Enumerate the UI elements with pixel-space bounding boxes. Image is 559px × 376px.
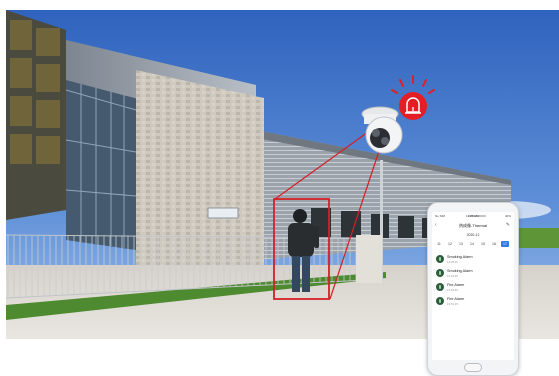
calendar-month: 2020-12 — [466, 233, 480, 237]
status-time: 11:25 AM — [466, 214, 479, 218]
alarm-time: 14:28:45 — [447, 260, 458, 264]
alarm-time: 13:51:45 — [447, 302, 458, 306]
alarm-item[interactable]: Smoking Alarm 14:28:45 — [436, 254, 512, 266]
alarm-item[interactable]: Smoking Alarm 14:23:45 — [436, 268, 512, 280]
home-button[interactable] — [464, 363, 482, 372]
alarm-thumbnail-icon — [436, 297, 444, 305]
date-12[interactable]: 12 — [446, 241, 454, 247]
date-strip: 11 12 13 14 15 16 17 — [435, 241, 512, 247]
alarm-thumbnail-icon — [436, 269, 444, 277]
phone-screen: No SIM 11:25 AM 40% ‹ 热成像-Thermal ✎ 2020… — [432, 212, 514, 360]
alarm-name: Fire Alarm — [447, 283, 465, 287]
alarm-name: Smoking Alarm — [447, 255, 473, 259]
date-15[interactable]: 15 — [479, 241, 487, 247]
edit-icon[interactable]: ✎ — [506, 222, 510, 228]
app-title: 热成像-Thermal — [458, 223, 487, 228]
alarm-name: Fire Alarm — [447, 297, 465, 301]
date-17[interactable]: 17 — [501, 241, 509, 247]
alarm-time: 14:23:45 — [447, 274, 458, 278]
alarm-thumbnail-icon — [436, 283, 444, 291]
alarm-thumbnail-icon — [436, 255, 444, 263]
scene: No SIM 11:25 AM 40% ‹ 热成像-Thermal ✎ 2020… — [0, 0, 559, 376]
alarm-name: Smoking Alarm — [447, 269, 473, 273]
alarm-item[interactable]: Fire Alarm 13:54:45 — [436, 282, 512, 294]
status-battery: 40% — [504, 214, 511, 218]
smartphone: No SIM 11:25 AM 40% ‹ 热成像-Thermal ✎ 2020… — [427, 202, 519, 376]
alarm-item[interactable]: Fire Alarm 13:51:45 — [436, 296, 512, 308]
date-11[interactable]: 11 — [435, 241, 443, 247]
date-13[interactable]: 13 — [457, 241, 465, 247]
status-carrier: No SIM — [435, 214, 446, 218]
date-16[interactable]: 16 — [490, 241, 498, 247]
alarm-time: 13:54:45 — [447, 288, 458, 292]
app-nav-bar: ‹ 热成像-Thermal ✎ — [432, 222, 514, 230]
date-14[interactable]: 14 — [468, 241, 476, 247]
